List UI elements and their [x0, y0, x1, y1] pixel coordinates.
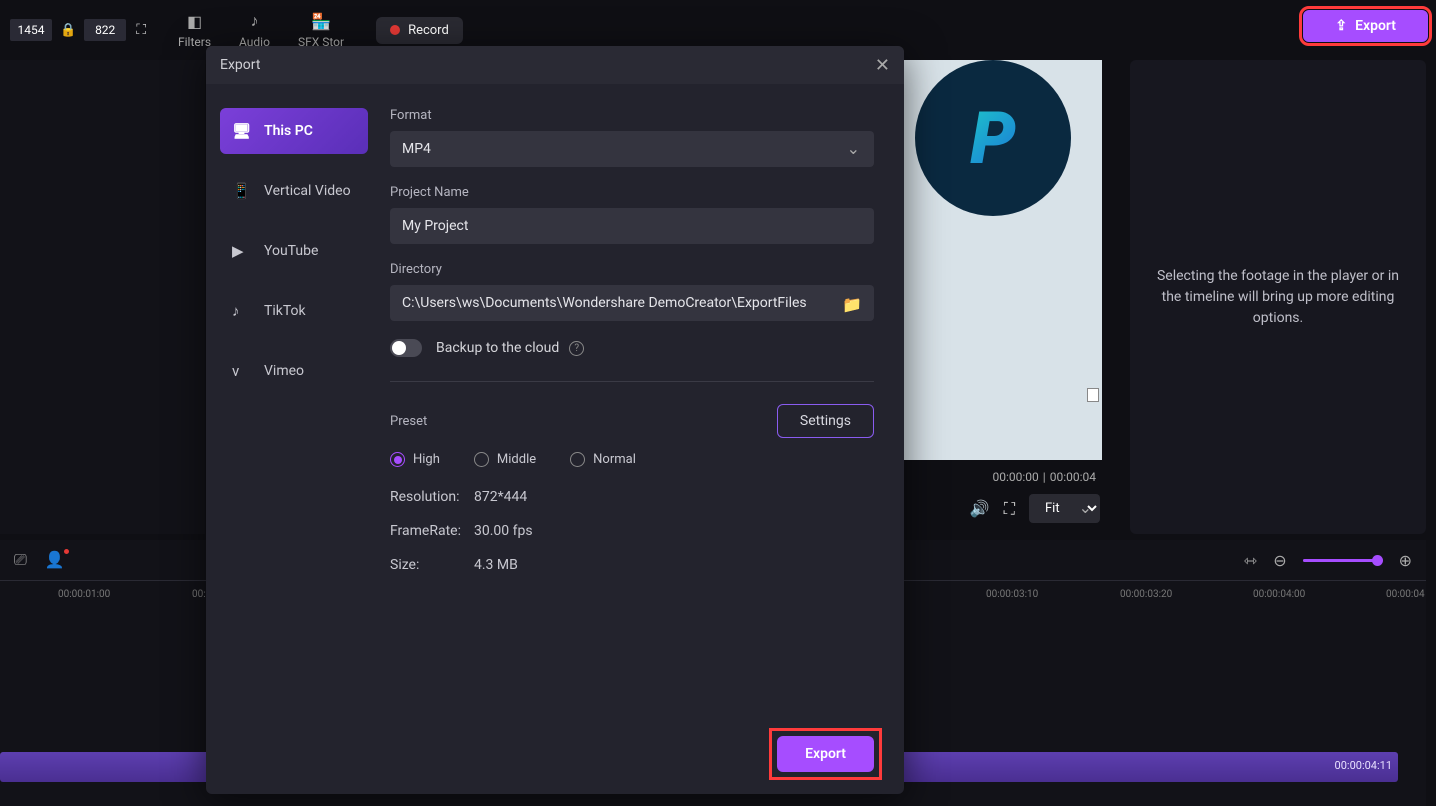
left-panel [0, 60, 205, 534]
fit-select[interactable]: Fit [1029, 494, 1100, 523]
radio-icon [474, 452, 489, 467]
audio-icon: ♪ [250, 11, 258, 31]
preset-high-radio[interactable]: High [390, 452, 440, 467]
time-total: 00:00:04 [1050, 470, 1096, 484]
voiceover-icon[interactable]: 👤 [45, 550, 65, 570]
tab-label: TikTok [264, 303, 306, 319]
tab-label: Vertical Video [264, 183, 351, 199]
tab-this-pc[interactable]: 🖥 This PC [220, 108, 368, 154]
filters-icon: ◧ [187, 12, 202, 31]
radio-label: Middle [497, 452, 536, 467]
size-label: Size: [390, 557, 474, 573]
divider [390, 381, 874, 382]
filters-label: Filters [178, 35, 211, 49]
tab-vertical-video[interactable]: 📱 Vertical Video [220, 168, 368, 214]
settings-button[interactable]: Settings [777, 404, 874, 438]
tab-vimeo[interactable]: v Vimeo [220, 348, 368, 394]
timeline-settings-icon[interactable]: ⎚ [14, 550, 27, 570]
preset-normal-radio[interactable]: Normal [570, 452, 636, 467]
tab-tiktok[interactable]: ♪ TikTok [220, 288, 368, 334]
tab-label: Vimeo [264, 363, 304, 379]
directory-label: Directory [390, 262, 874, 277]
export-dialog: Export ✕ 🖥 This PC 📱 Vertical Video ▶ YouTu… [206, 46, 904, 794]
tab-label: This PC [264, 123, 313, 139]
record-label: Record [408, 23, 449, 38]
ruler-mark: 00:00:04 [1386, 589, 1425, 600]
youtube-icon: ▶ [232, 242, 252, 260]
record-button[interactable]: Record [376, 17, 463, 44]
dialog-header: Export ✕ [206, 46, 904, 84]
preview-time: 00:00:00|00:00:04 [985, 464, 1105, 490]
fit-timeline-icon[interactable]: ⇿ [1244, 551, 1257, 570]
export-top-button[interactable]: ⇪ Export [1303, 10, 1428, 42]
audio-tool[interactable]: ♪Audio [239, 11, 270, 49]
backup-label: Backup to the cloud [436, 340, 559, 356]
close-icon[interactable]: ✕ [875, 55, 890, 76]
project-name-input[interactable] [390, 208, 874, 244]
volume-icon[interactable]: 🔊 [970, 499, 990, 518]
scroll-handle[interactable] [1087, 388, 1099, 402]
size-value: 4.3 MB [474, 557, 518, 573]
resolution-label: Resolution: [390, 489, 474, 505]
backup-cloud-toggle[interactable] [390, 339, 422, 357]
ruler-mark: 00:00:03:20 [1120, 589, 1172, 600]
ruler-mark: 00:00:03:10 [986, 589, 1038, 600]
browse-folder-icon[interactable]: 📁 [842, 295, 862, 314]
tab-label: YouTube [264, 243, 318, 259]
zoom-in-icon[interactable]: ⊕ [1399, 551, 1412, 570]
canvas-width-input[interactable] [10, 19, 52, 41]
resolution-value: 872*444 [474, 489, 527, 505]
fullscreen-icon[interactable]: ⛶ [1004, 499, 1015, 519]
format-label: Format [390, 108, 874, 123]
preview-logo-icon: P [970, 96, 1016, 181]
export-top-label: Export [1355, 18, 1396, 34]
framerate-row: FrameRate:30.00 fps [390, 523, 874, 539]
resolution-row: Resolution:872*444 [390, 489, 874, 505]
preset-label: Preset [390, 414, 427, 429]
radio-label: Normal [593, 452, 636, 467]
pc-icon: 🖥 [232, 122, 252, 140]
project-name-label: Project Name [390, 185, 874, 200]
record-dot-icon [390, 25, 400, 35]
properties-panel: Selecting the footage in the player or i… [1130, 60, 1426, 534]
sfx-icon: 🏪 [311, 12, 331, 31]
properties-hint: Selecting the footage in the player or i… [1150, 266, 1406, 329]
ruler-mark: 00:00:04:00 [1253, 589, 1305, 600]
preset-middle-radio[interactable]: Middle [474, 452, 536, 467]
radio-label: High [413, 452, 440, 467]
tiktok-icon: ♪ [232, 302, 252, 320]
time-current: 00:00:00 [993, 470, 1039, 484]
zoom-slider[interactable] [1303, 559, 1383, 562]
framerate-value: 30.00 fps [474, 523, 533, 539]
export-icon: ⇪ [1335, 18, 1347, 34]
ruler-mark: 00: [192, 589, 206, 600]
zoom-out-icon[interactable]: ⊖ [1273, 551, 1286, 570]
radio-icon [570, 452, 585, 467]
lock-aspect-icon[interactable]: 🔒 [60, 23, 76, 38]
export-button-highlight: Export [775, 734, 876, 774]
ruler-mark: 00:00:01:00 [58, 589, 110, 600]
directory-input[interactable] [390, 285, 874, 321]
tab-youtube[interactable]: ▶ YouTube [220, 228, 368, 274]
preview-logo-circle: P [915, 60, 1071, 216]
vimeo-icon: v [232, 362, 252, 380]
preview-controls: 00:00:00|00:00:04 🔊 ⛶ Fit [894, 464, 1104, 534]
export-form: Format MP4 Project Name Directory 📁 Back… [382, 84, 904, 794]
crop-icon[interactable]: ⛶ [136, 22, 146, 38]
canvas-height-input[interactable] [84, 19, 126, 41]
radio-icon [390, 452, 405, 467]
preview-canvas[interactable]: P [884, 60, 1102, 460]
sfx-store-tool[interactable]: 🏪SFX Stor [298, 12, 344, 49]
export-tabs: 🖥 This PC 📱 Vertical Video ▶ YouTube ♪ TikTo… [206, 84, 382, 794]
clip-duration: 00:00:04:11 [1335, 759, 1392, 772]
phone-icon: 📱 [232, 182, 252, 200]
format-select[interactable]: MP4 [390, 131, 874, 167]
filters-tool[interactable]: ◧ Filters [178, 12, 211, 49]
size-row: Size:4.3 MB [390, 557, 874, 573]
framerate-label: FrameRate: [390, 523, 474, 539]
dialog-title: Export [220, 57, 260, 73]
export-button[interactable]: Export [777, 736, 874, 772]
info-icon[interactable]: ? [569, 341, 584, 356]
